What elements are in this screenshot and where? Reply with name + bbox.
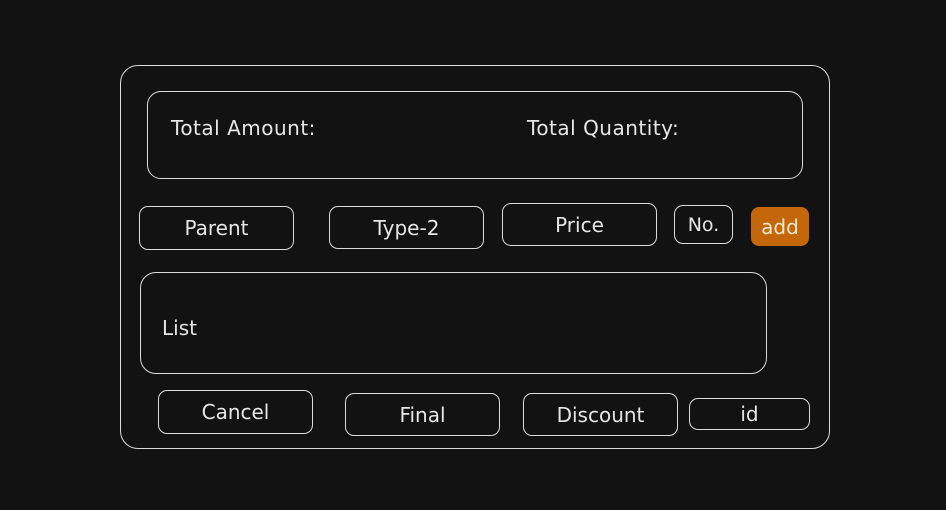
id-field[interactable]: id <box>689 398 810 430</box>
total-quantity-label: Total Quantity: <box>527 116 680 140</box>
quantity-number-field[interactable]: No. <box>674 205 733 244</box>
parent-field[interactable]: Parent <box>139 206 294 250</box>
add-button[interactable]: add <box>751 207 809 246</box>
cancel-button[interactable]: Cancel <box>158 390 313 434</box>
price-field[interactable]: Price <box>502 203 657 246</box>
final-button[interactable]: Final <box>345 393 500 436</box>
type-2-field[interactable]: Type-2 <box>329 206 484 249</box>
discount-button[interactable]: Discount <box>523 393 678 436</box>
list-label: List <box>162 316 197 340</box>
items-list[interactable]: List <box>140 272 767 374</box>
total-amount-label: Total Amount: <box>171 116 316 140</box>
